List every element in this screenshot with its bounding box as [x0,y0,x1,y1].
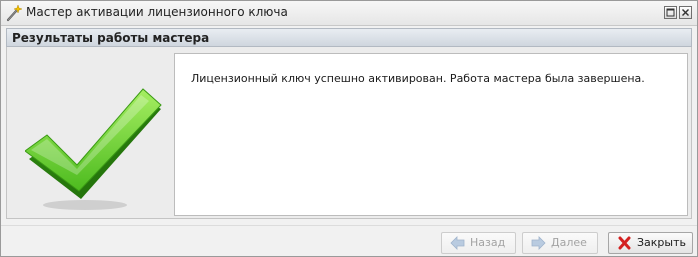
maximize-button[interactable] [664,6,677,19]
close-button[interactable]: Закрыть [608,232,693,254]
back-button[interactable]: Назад [441,232,516,254]
arrow-left-icon [450,236,465,250]
arrow-right-icon [531,236,546,250]
window-close-button[interactable] [679,6,692,19]
result-panel: Лицензионный ключ успешно активирован. Р… [174,53,688,216]
wizard-window: Мастер активации лицензионного ключа Рез… [0,0,698,257]
close-x-icon [618,236,631,250]
close-icon [682,9,689,16]
next-button[interactable]: Далее [522,232,598,254]
section-title: Результаты работы мастера [12,31,210,45]
title-bar: Мастер активации лицензионного ключа [1,1,697,26]
close-button-label: Закрыть [637,236,686,249]
result-message: Лицензионный ключ успешно активирован. Р… [191,72,645,85]
footer-divider [1,225,697,226]
checkmark-icon [25,88,162,210]
wand-icon [5,4,23,22]
window-title: Мастер активации лицензионного ключа [26,5,288,19]
maximize-icon [666,8,675,17]
wizard-body: Лицензионный ключ успешно активирован. Р… [6,47,692,219]
section-header: Результаты работы мастера [6,28,692,47]
next-button-label: Далее [551,236,587,249]
back-button-label: Назад [470,236,506,249]
